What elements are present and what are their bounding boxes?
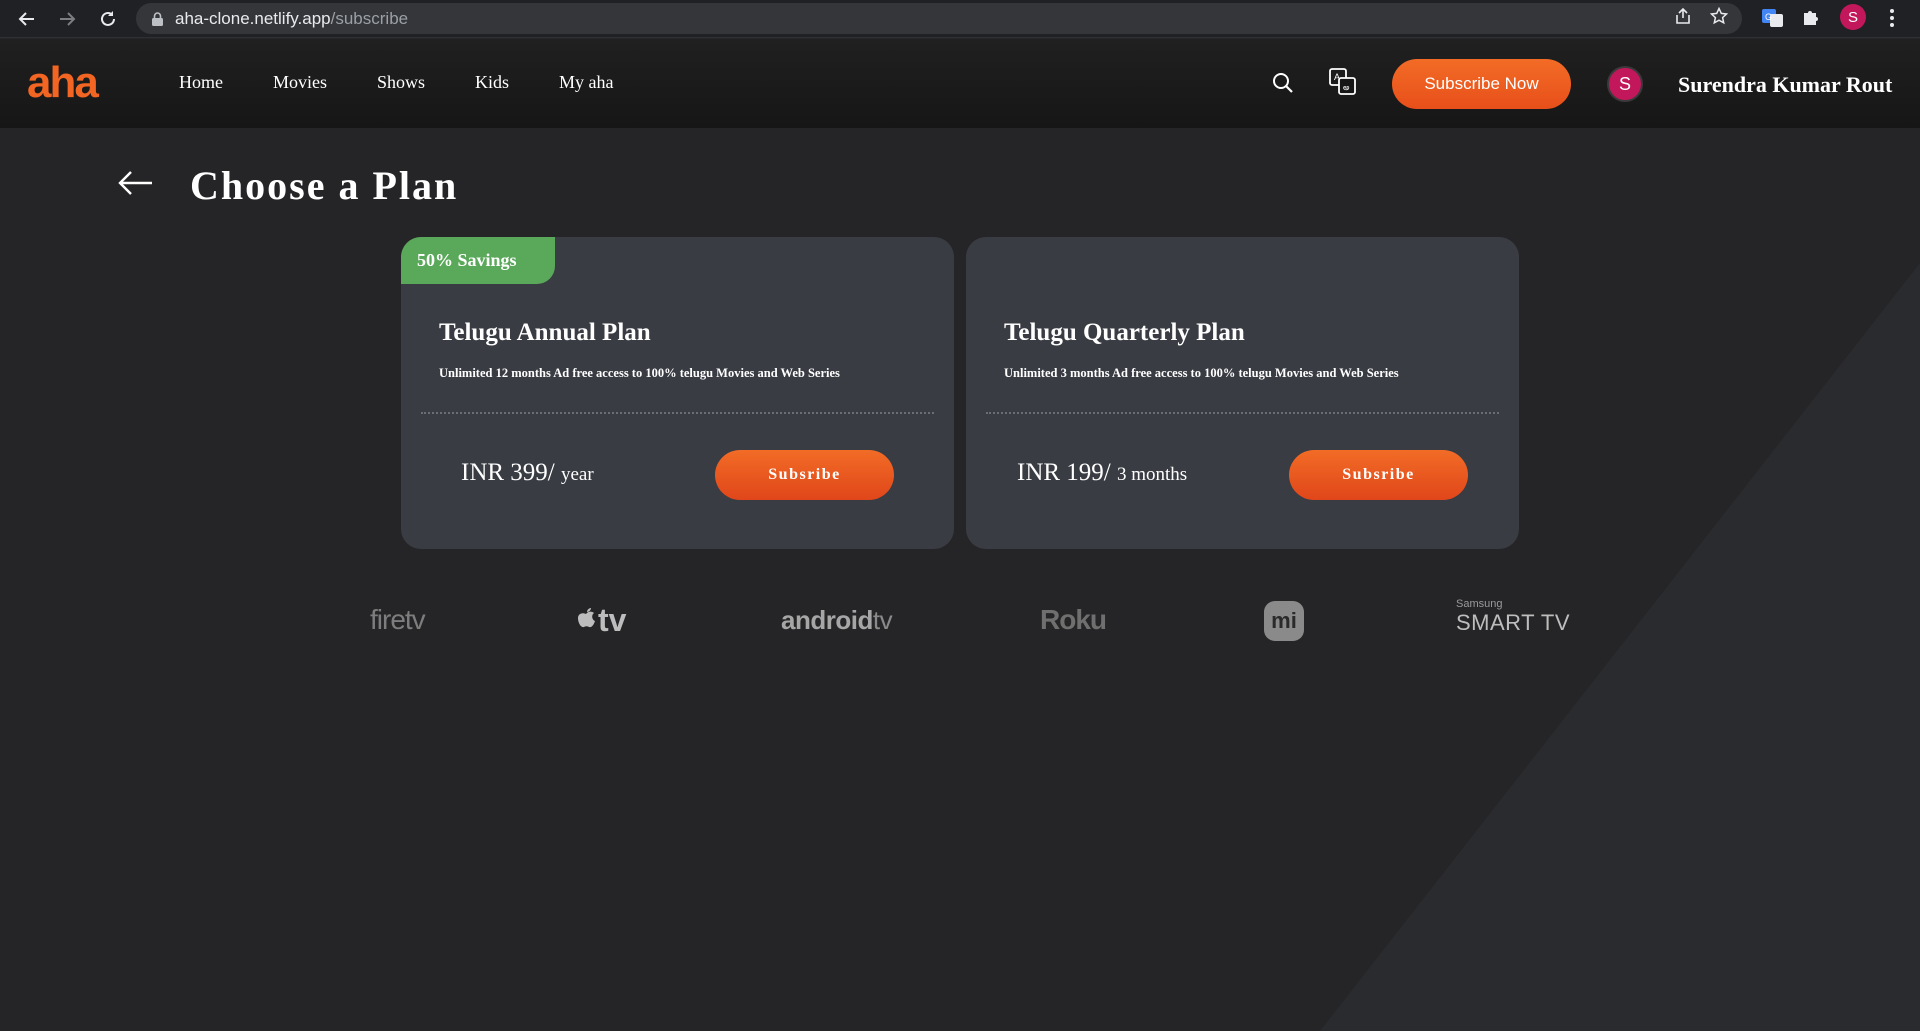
extensions-puzzle-icon[interactable] — [1801, 7, 1821, 32]
url-path: /subscribe — [330, 8, 409, 28]
plan-card-quarterly: Telugu Quarterly Plan Unlimited 3 months… — [966, 237, 1519, 549]
price-amount: INR 399/ — [461, 459, 555, 486]
android-tv-logo-suffix: tv — [872, 604, 893, 635]
android-tv-logo-text: android — [781, 604, 873, 635]
plan-description: Unlimited 12 months Ad free access to 10… — [439, 366, 840, 380]
smart-tv-text: SMART TV — [1456, 610, 1571, 635]
apple-tv-logo: tv — [574, 600, 626, 640]
plan-price: INR 399/ year — [461, 459, 594, 487]
plan-description: Unlimited 3 months Ad free access to 100… — [1004, 366, 1399, 380]
nav-kids[interactable]: Kids — [475, 72, 509, 93]
back-arrow-icon[interactable] — [118, 170, 154, 201]
page-title: Choose a Plan — [190, 163, 459, 208]
search-icon[interactable] — [1272, 72, 1294, 99]
plan-card-annual: 50% Savings Telugu Annual Plan Unlimited… — [401, 237, 954, 549]
subscribe-now-button[interactable]: Subscribe Now — [1392, 59, 1571, 109]
reload-icon[interactable] — [95, 6, 121, 32]
main-nav: Home Movies Shows Kids My aha — [179, 72, 614, 93]
plan-name: Telugu Annual Plan — [439, 319, 651, 346]
xiaomi-mi-logo: mi — [1264, 601, 1304, 641]
language-icon[interactable]: Aఅ — [1328, 67, 1358, 102]
share-icon[interactable] — [1674, 7, 1692, 30]
firetv-logo-text: firetv — [370, 604, 426, 635]
dotted-divider — [986, 412, 1499, 414]
svg-text:G: G — [1765, 12, 1772, 22]
dotted-divider — [421, 412, 934, 414]
google-translate-extension-icon[interactable]: G — [1762, 7, 1784, 34]
nav-home[interactable]: Home — [179, 72, 223, 93]
bookmark-star-icon[interactable] — [1709, 6, 1729, 30]
user-avatar[interactable]: S — [1607, 66, 1643, 102]
firetv-logo: firetv — [370, 600, 426, 640]
browser-profile-avatar[interactable]: S — [1840, 4, 1866, 30]
price-period: year — [561, 464, 594, 485]
subscribe-quarterly-button[interactable]: Subsribe — [1289, 450, 1468, 500]
plan-price: INR 199/ 3 months — [1017, 459, 1187, 487]
browser-toolbar: aha-clone.netlify.app/subscribe G S — [0, 0, 1920, 38]
plan-name: Telugu Quarterly Plan — [1004, 319, 1245, 346]
savings-badge: 50% Savings — [401, 237, 555, 284]
aha-logo[interactable]: aha — [27, 61, 99, 105]
svg-text:అ: అ — [1343, 83, 1350, 92]
subscribe-annual-button[interactable]: Subsribe — [715, 450, 894, 500]
lock-icon — [152, 11, 163, 26]
android-tv-logo: android tv — [781, 600, 893, 640]
user-name[interactable]: Surendra Kumar Rout — [1678, 72, 1892, 98]
nav-my-aha[interactable]: My aha — [559, 72, 613, 93]
roku-logo: Roku — [1040, 600, 1107, 640]
nav-movies[interactable]: Movies — [273, 72, 327, 93]
svg-text:A: A — [1334, 72, 1340, 82]
apple-icon — [578, 608, 595, 628]
back-icon[interactable] — [14, 6, 40, 32]
roku-logo-text: Roku — [1040, 604, 1107, 635]
apple-tv-logo-text: tv — [598, 601, 627, 638]
browser-menu-icon[interactable] — [1889, 9, 1895, 32]
site-header: aha Home Movies Shows Kids My aha Aఅ Sub… — [0, 39, 1920, 128]
samsung-smart-tv-logo: Samsung SMART TV — [1456, 598, 1570, 646]
price-amount: INR 199/ — [1017, 459, 1111, 486]
background-diagonal-shape — [1320, 263, 1920, 1031]
xiaomi-mi-logo-text: mi — [1271, 608, 1297, 633]
address-bar[interactable]: aha-clone.netlify.app/subscribe — [136, 3, 1742, 34]
url-host: aha-clone.netlify.app — [175, 8, 331, 28]
forward-icon[interactable] — [54, 6, 80, 32]
samsung-brand-text: Samsung — [1456, 598, 1503, 610]
price-period: 3 months — [1117, 464, 1188, 485]
nav-shows[interactable]: Shows — [377, 72, 425, 93]
